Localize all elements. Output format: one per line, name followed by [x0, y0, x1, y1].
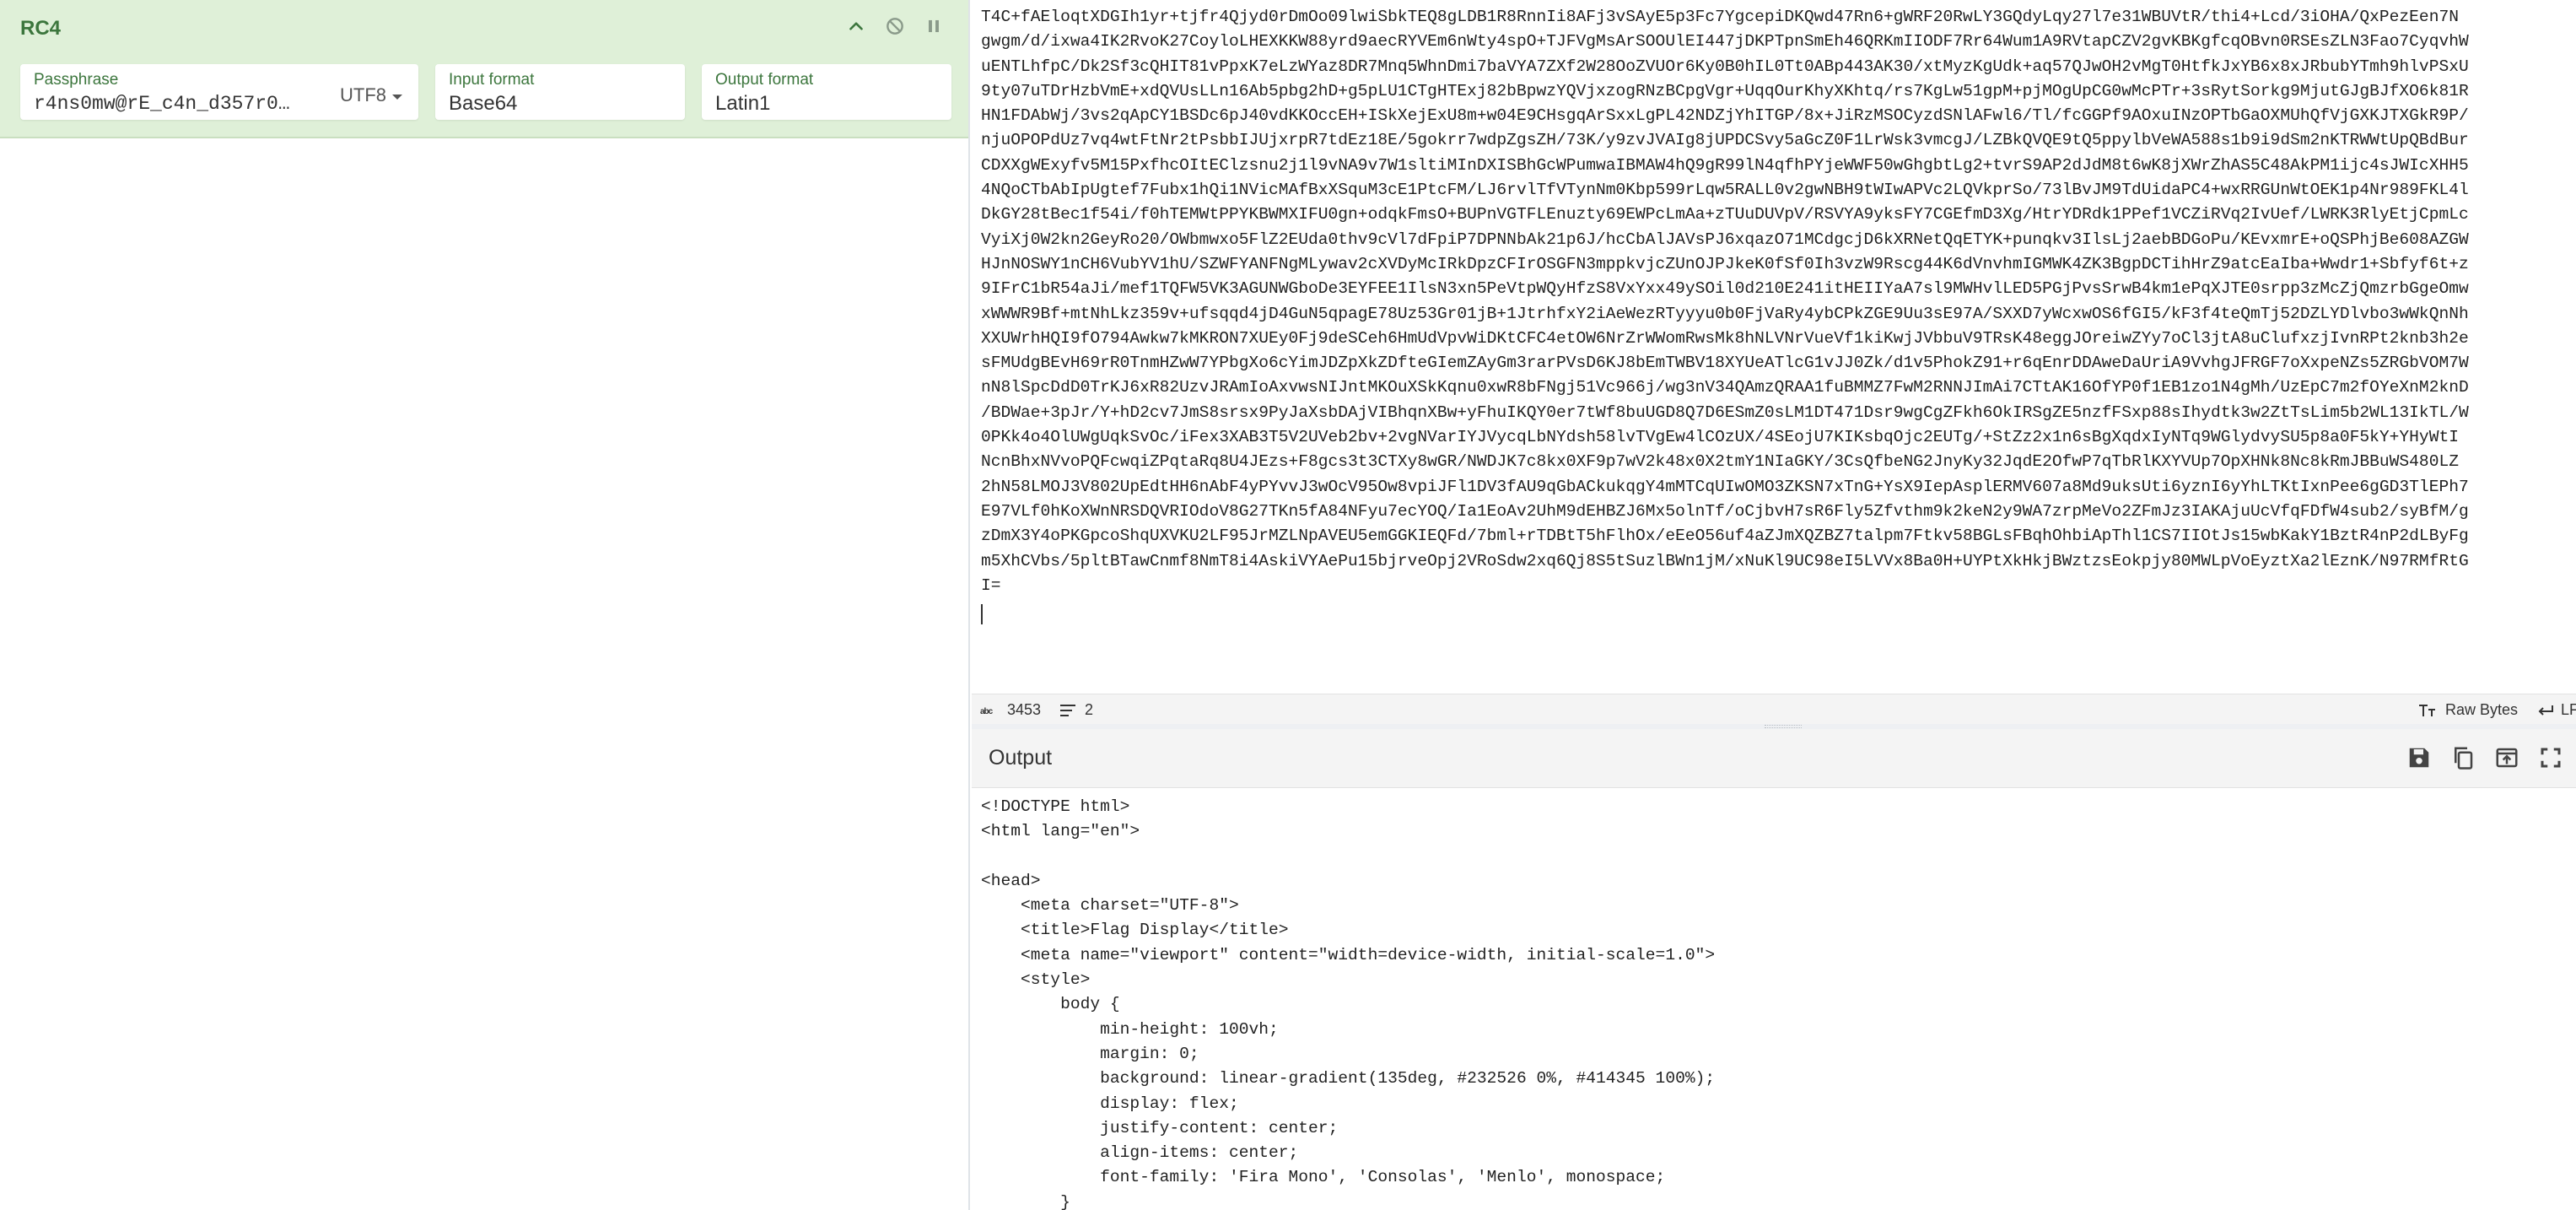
disable-icon[interactable]	[884, 15, 906, 37]
text-size-icon	[2418, 704, 2437, 717]
output-line: min-height: 100vh;	[981, 1019, 1279, 1039]
operation-title: RC4	[20, 17, 62, 40]
output-textarea[interactable]: <!DOCTYPE html> <html lang="en"> <head> <…	[981, 795, 2567, 1210]
input-line: zDmX3Y4oPKGpcoShqUXVKU2LF95JrMZLNpAVEU5e…	[981, 527, 2469, 546]
raw-bytes-label: Raw Bytes	[2445, 701, 2519, 718]
input-line: m5XhCVbs/5pltBTawCnmf8NmT8i4AskiVYAePu15…	[981, 551, 2469, 570]
output-pane[interactable]: <!DOCTYPE html> <html lang="en"> <head> <…	[972, 788, 2576, 1210]
output-line: background: linear-gradient(135deg, #232…	[981, 1069, 1716, 1088]
output-line: <title>Flag Display</title>	[981, 921, 1289, 940]
chevron-up-icon[interactable]	[845, 15, 867, 37]
svg-text:abc: abc	[980, 707, 994, 716]
input-status-bar: abc 3453 2 Raw Bytes LF	[972, 694, 2576, 724]
app-window: RC4 Passphrase r4ns0mw@rE_c4n_d357r0… UT…	[0, 0, 2576, 1210]
input-line: xWWWR9Bf+mtNhLkz359v+ufsqqd4jD4GuN5qpagE…	[981, 304, 2469, 323]
passphrase-encoding-dropdown[interactable]: UTF8	[340, 84, 403, 106]
save-icon[interactable]	[2406, 744, 2433, 771]
char-count: abc 3453	[980, 701, 1041, 719]
input-line: HJnNOSWY1nCH6VubYV1hU/SZWFYANFNgMLywav2c…	[981, 254, 2469, 273]
output-format-label: Output format	[715, 71, 814, 89]
input-line: 0PKk4o4OlUWgUqkSvOc/iFex3XAB3T5V2UVeb2bv…	[981, 428, 2459, 447]
input-format-label: Input format	[449, 71, 535, 89]
return-arrow-icon	[2537, 704, 2554, 717]
input-line: 9ty07uTDrHzbVmE+xdQVUsLLn16Ab5pbg2hD+g5p…	[981, 81, 2469, 100]
input-line: XXUWrhHQI9fO794Awkw7kMKRON7XUEy0Fj9deSCe…	[981, 328, 2469, 348]
caret-down-icon	[391, 84, 403, 106]
output-line: align-items: center;	[981, 1143, 1299, 1163]
output-line: justify-content: center;	[981, 1118, 1339, 1137]
input-line: VyiXj0W2kn2GeyRo20/OWbmwxo5FlZ2EUda0thv9…	[981, 230, 2469, 249]
input-line: /BDWae+3pJr/Y+hD2cv7JmS8srsx9PyJaXsbDAjV…	[981, 402, 2469, 422]
output-line: <meta charset="UTF-8">	[981, 896, 1239, 916]
input-pane[interactable]: T4C+fAEloqtXDGIh1yr+tjfr4Qjyd0rDmOo09lwi…	[972, 0, 2576, 694]
eol-label: LF	[2561, 701, 2576, 718]
maximise-icon[interactable]	[2537, 744, 2564, 771]
input-format-field[interactable]: Input format Base64	[435, 64, 685, 120]
operation-ingredients: Passphrase r4ns0mw@rE_c4n_d357r0… UTF8 I…	[20, 64, 951, 120]
recipe-pane: RC4 Passphrase r4ns0mw@rE_c4n_d357r0… UT…	[0, 0, 970, 1210]
output-line: margin: 0;	[981, 1044, 1199, 1063]
input-line: gwgm/d/ixwa4IK2RvoK27CoyloLHEXKKW88yrd9a…	[981, 32, 2469, 51]
resize-grip-icon	[1765, 725, 1802, 728]
input-line: 2hN58LMOJ3V802UpEdtHH6nAbF4yPYvvJ3wOcV95…	[981, 477, 2469, 496]
eol-selector[interactable]: LF	[2537, 701, 2576, 719]
output-line: <!DOCTYPE html>	[981, 797, 1130, 816]
input-line: uENTLhfpC/Dk2Sf3cQHIT81vPpxK7eLzWYaz8DR7…	[981, 57, 2469, 76]
input-line: NcnBhxNVvoPQFcwqiZPqtaRq8U4JEzs+F8gcs3t3…	[981, 452, 2459, 472]
input-line: 9IFrC1bR54aJi/mef1TQFW5VK3AGUNWGboDe3EYF…	[981, 279, 2469, 299]
output-line: }	[981, 1192, 1070, 1210]
output-line: body {	[981, 995, 1120, 1014]
output-actions	[2406, 744, 2564, 771]
input-line: 4NQoCTbAbIpUgtef7Fubx1hQi1NVicMAfBxXSquM…	[981, 181, 2469, 200]
output-header: Output	[972, 729, 2576, 788]
copy-icon[interactable]	[2449, 744, 2476, 771]
line-count-value: 2	[1085, 701, 1094, 718]
text-caret	[981, 604, 983, 624]
input-line: I=	[981, 575, 1001, 595]
input-line: T4C+fAEloqtXDGIh1yr+tjfr4Qjyd0rDmOo09lwi…	[981, 8, 2459, 26]
input-line: sFMUdgBEvH69rR0TnmHZwW7YPbgXo6cYimJDZpXk…	[981, 354, 2469, 373]
char-count-value: 3453	[1007, 701, 1042, 718]
input-textarea[interactable]: T4C+fAEloqtXDGIh1yr+tjfr4Qjyd0rDmOo09lwi…	[981, 5, 2576, 598]
output-line: display: flex;	[981, 1094, 1239, 1113]
replace-input-icon[interactable]	[2493, 744, 2520, 771]
input-line: CDXXgWExyfv5M15PxfhcOItEClzsnu2j1l9vNA9v…	[981, 155, 2469, 175]
lines-icon	[1059, 704, 1076, 717]
input-line: njuOPOPdUz7vq4wtFtNr2tPsbbIJUjxrpR7tdEz1…	[981, 131, 2469, 150]
output-line: font-family: 'Fira Mono', 'Consolas', 'M…	[981, 1168, 1666, 1187]
input-line: HN1FDAbWj/3vs2qApCY1BSDc6pJ40vdKKOccEH+I…	[981, 106, 2469, 126]
input-line: nN8lSpcDdD0TrKJ6xR82UzvJRAmIoAxvwsNIJntM…	[981, 378, 2469, 397]
raw-bytes-toggle[interactable]: Raw Bytes	[2418, 701, 2518, 719]
line-count: 2	[1059, 701, 1093, 719]
output-line: <style>	[981, 970, 1091, 990]
char-count-icon: abc	[980, 705, 999, 716]
input-line: DkGY28tBec1f54i/f0hTEMWtPPYKBWMXIFU0gn+o…	[981, 205, 2469, 224]
output-line: <meta name="viewport" content="width=dev…	[981, 945, 1716, 964]
operation-controls	[845, 15, 945, 37]
input-line: E97VLf0hKoXWnNRSDQVRIOdoV8G27TKn5fA84NFy…	[981, 501, 2469, 521]
output-line: <html lang="en">	[981, 822, 1140, 841]
output-title: Output	[989, 746, 1053, 770]
rc4-operation[interactable]: RC4 Passphrase r4ns0mw@rE_c4n_d357r0… UT…	[0, 0, 968, 138]
output-format-field[interactable]: Output format Latin1	[702, 64, 951, 120]
pause-icon[interactable]	[923, 15, 945, 37]
passphrase-input[interactable]: r4ns0mw@rE_c4n_d357r0…	[34, 89, 312, 118]
input-format-select[interactable]: Base64	[449, 89, 671, 118]
passphrase-field[interactable]: Passphrase r4ns0mw@rE_c4n_d357r0… UTF8	[20, 64, 418, 120]
passphrase-encoding-value: UTF8	[340, 84, 386, 105]
output-line: <head>	[981, 871, 1041, 890]
output-format-select[interactable]: Latin1	[715, 89, 938, 118]
